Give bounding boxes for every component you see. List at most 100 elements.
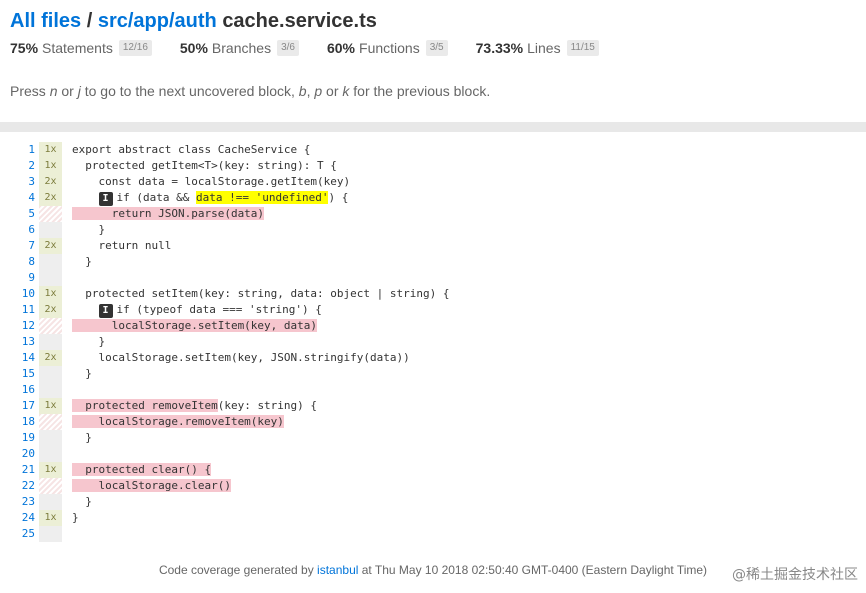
stat-statements: 75% Statements 12/16	[10, 40, 152, 56]
source-text: }	[62, 334, 105, 350]
code-line: 9	[10, 270, 866, 286]
line-number[interactable]: 19	[10, 430, 39, 446]
line-number-link[interactable]: 22	[22, 479, 35, 492]
line-number[interactable]: 1	[10, 142, 39, 158]
line-number-link[interactable]: 12	[22, 319, 35, 332]
source-text: Iif (data && data !== 'undefined') {	[62, 190, 348, 206]
hit-count	[39, 526, 62, 542]
line-number-link[interactable]: 15	[22, 367, 35, 380]
code-segment: export abstract class CacheService {	[72, 143, 311, 156]
line-number[interactable]: 11	[10, 302, 39, 318]
line-number[interactable]: 6	[10, 222, 39, 238]
line-number-link[interactable]: 18	[22, 415, 35, 428]
hit-count: 2x	[39, 302, 62, 318]
breadcrumb-separator: /	[86, 10, 93, 32]
line-number-link[interactable]: 1	[28, 143, 35, 156]
code-segment: const data = localStorage.getItem(key)	[72, 175, 351, 188]
code-segment: }	[72, 367, 92, 380]
line-number[interactable]: 2	[10, 158, 39, 174]
breadcrumb-all-files-link[interactable]: All files	[10, 10, 81, 32]
line-number[interactable]: 13	[10, 334, 39, 350]
source-text: }	[62, 510, 79, 526]
line-number[interactable]: 14	[10, 350, 39, 366]
line-number-link[interactable]: 4	[28, 191, 35, 204]
line-number-link[interactable]: 14	[22, 351, 35, 364]
line-number[interactable]: 24	[10, 510, 39, 526]
line-number[interactable]: 17	[10, 398, 39, 414]
line-number-link[interactable]: 8	[28, 255, 35, 268]
line-number[interactable]: 23	[10, 494, 39, 510]
hint-text: for the previous block.	[349, 83, 491, 99]
line-number-link[interactable]: 2	[28, 159, 35, 172]
report-header: All files / src/app/auth cache.service.t…	[10, 6, 856, 56]
code-line: 2 1x protected getItem<T>(key: string): T…	[10, 158, 866, 174]
source-text: export abstract class CacheService {	[62, 142, 310, 158]
line-number[interactable]: 20	[10, 446, 39, 462]
hit-count: 1x	[39, 286, 62, 302]
source-text: Iif (typeof data === 'string') {	[62, 302, 322, 318]
code-line: 24 1x}	[10, 510, 866, 526]
stat-lines: 73.33% Lines 11/15	[476, 40, 599, 56]
hint-text: or	[57, 83, 78, 99]
line-number-link[interactable]: 25	[22, 527, 35, 540]
line-number-link[interactable]: 3	[28, 175, 35, 188]
page-title: All files / src/app/auth cache.service.t…	[10, 6, 856, 36]
hit-count: 2x	[39, 238, 62, 254]
hint-key: p	[314, 83, 323, 99]
line-number[interactable]: 12	[10, 318, 39, 334]
code-line: 19 }	[10, 430, 866, 446]
line-number-link[interactable]: 21	[22, 463, 35, 476]
source-text: protected setItem(key: string, data: obj…	[62, 286, 449, 302]
line-number[interactable]: 15	[10, 366, 39, 382]
line-number[interactable]: 9	[10, 270, 39, 286]
line-number[interactable]: 22	[10, 478, 39, 494]
line-number-link[interactable]: 17	[22, 399, 35, 412]
line-number[interactable]: 16	[10, 382, 39, 398]
hit-count: 1x	[39, 142, 62, 158]
keyboard-hint: Press n or j to go to the next uncovered…	[10, 83, 490, 99]
code-line: 23 }	[10, 494, 866, 510]
istanbul-link[interactable]: istanbul	[317, 563, 358, 577]
line-number[interactable]: 18	[10, 414, 39, 430]
coverage-summary: 75% Statements 12/16 50% Branches 3/6 60…	[10, 40, 856, 56]
line-number-link[interactable]: 7	[28, 239, 35, 252]
source-text: }	[62, 366, 92, 382]
line-number-link[interactable]: 5	[28, 207, 35, 220]
stat-fraction: 11/15	[566, 40, 599, 56]
code-segment: localStorage.setItem(key, JSON.stringify…	[72, 351, 410, 364]
line-number-link[interactable]: 19	[22, 431, 35, 444]
line-number-link[interactable]: 13	[22, 335, 35, 348]
line-number-link[interactable]: 6	[28, 223, 35, 236]
code-line: 17 1x protected removeItem(key: string) {	[10, 398, 866, 414]
line-number[interactable]: 25	[10, 526, 39, 542]
hit-count	[39, 366, 62, 382]
code-segment: }	[72, 255, 92, 268]
line-number[interactable]: 21	[10, 462, 39, 478]
line-number-link[interactable]: 20	[22, 447, 35, 460]
code-line: 1 1x export abstract class CacheService {	[10, 142, 866, 158]
breadcrumb-dir-link[interactable]: src/app/auth	[98, 10, 217, 32]
hit-count	[39, 334, 62, 350]
line-number[interactable]: 3	[10, 174, 39, 190]
line-number[interactable]: 5	[10, 206, 39, 222]
line-number-link[interactable]: 16	[22, 383, 35, 396]
code-line: 5 return JSON.parse(data)	[10, 206, 866, 222]
breadcrumb-file-name: cache.service.ts	[222, 10, 377, 32]
line-number-link[interactable]: 24	[22, 511, 35, 524]
line-number-link[interactable]: 23	[22, 495, 35, 508]
stat-label: Statements	[42, 40, 113, 56]
line-number[interactable]: 7	[10, 238, 39, 254]
line-number-link[interactable]: 9	[28, 271, 35, 284]
uncovered-code: localStorage.removeItem(key)	[72, 415, 284, 428]
uncovered-code: protected removeItem	[72, 399, 218, 412]
code-segment: }	[72, 335, 106, 348]
source-text: localStorage.setItem(key, data)	[62, 318, 318, 334]
line-number-link[interactable]: 11	[22, 303, 35, 316]
hit-count: 2x	[39, 350, 62, 366]
line-number[interactable]: 10	[10, 286, 39, 302]
hit-count	[39, 382, 62, 398]
line-number-link[interactable]: 10	[22, 287, 35, 300]
line-number[interactable]: 8	[10, 254, 39, 270]
line-number[interactable]: 4	[10, 190, 39, 206]
code-line: 4 2x Iif (data && data !== 'undefined') {	[10, 190, 866, 206]
